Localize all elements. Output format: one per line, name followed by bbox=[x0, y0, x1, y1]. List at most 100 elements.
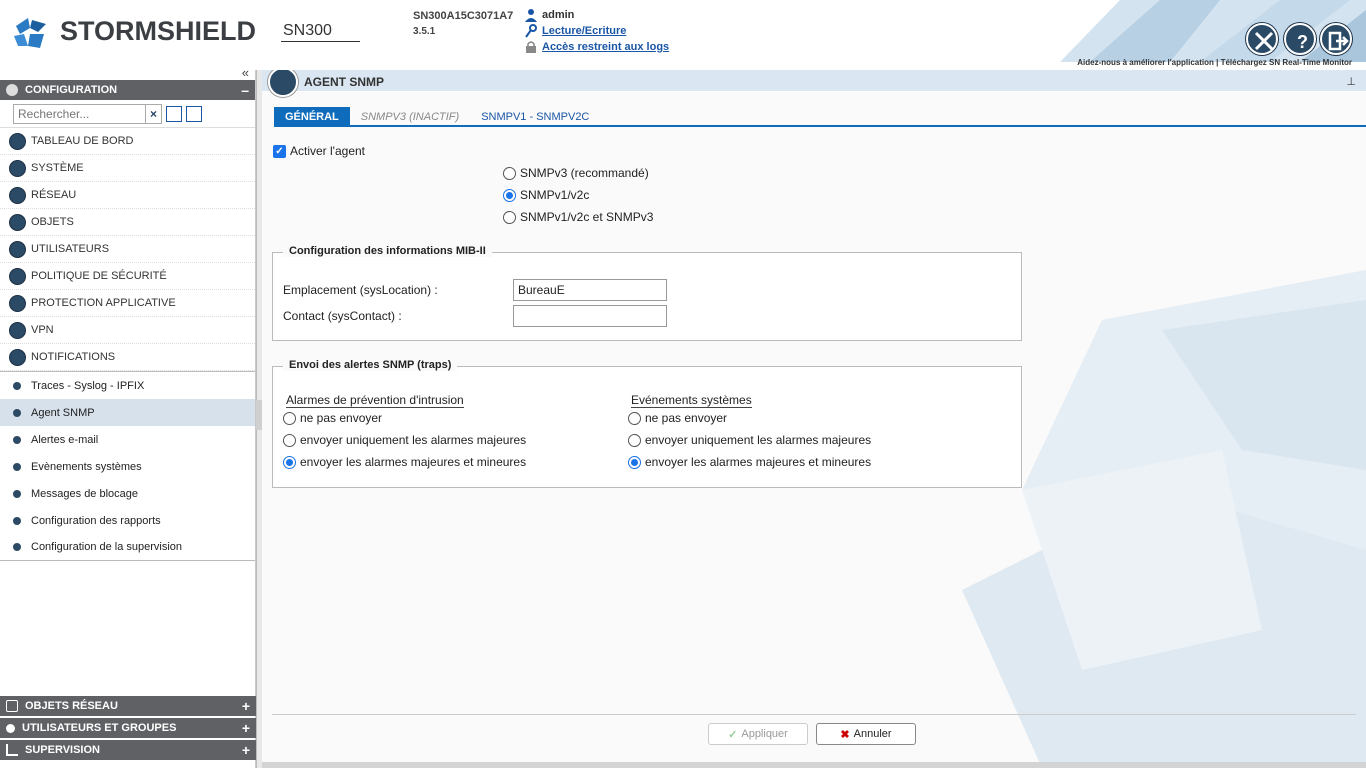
system-icon bbox=[9, 159, 26, 177]
radio-sys-major-minor[interactable] bbox=[628, 455, 641, 469]
menu-item-label: NOTIFICATIONS bbox=[31, 351, 116, 363]
users-groups-section-header[interactable]: UTILISATEURS ET GROUPES + bbox=[0, 718, 256, 738]
version-option-both[interactable]: SNMPv1/v2c et SNMPv3 bbox=[503, 210, 653, 224]
radio-snmpv3[interactable] bbox=[503, 166, 516, 180]
model-name: SN300 bbox=[283, 22, 332, 39]
trap-option-label: envoyer les alarmes majeures et mineures bbox=[645, 455, 872, 469]
logout-button[interactable] bbox=[1320, 23, 1352, 55]
menu-item-label: POLITIQUE DE SÉCURITÉ bbox=[31, 270, 167, 282]
version-option-snmpv1-v2c[interactable]: SNMPv1/v2c bbox=[503, 188, 589, 202]
menu-item-label: PROTECTION APPLICATIVE bbox=[31, 297, 176, 309]
supervision-section-header[interactable]: SUPERVISION + bbox=[0, 740, 256, 760]
menu-item-users[interactable]: UTILISATEURS bbox=[0, 236, 255, 263]
ips-option-major[interactable]: envoyer uniquement les alarmes majeures bbox=[283, 433, 526, 447]
user-icon bbox=[6, 723, 15, 733]
version-option-snmpv3[interactable]: SNMPv3 (recommandé) bbox=[503, 166, 649, 180]
submenu-item-email-alerts[interactable]: Alertes e-mail bbox=[0, 426, 255, 453]
submenu-item-block-messages[interactable]: Messages de blocage bbox=[0, 480, 255, 507]
tree-view-icon[interactable] bbox=[186, 105, 202, 122]
menu-item-dashboard[interactable]: TABLEAU DE BORD bbox=[0, 128, 255, 155]
menu-item-label: TABLEAU DE BORD bbox=[31, 135, 134, 147]
key-icon bbox=[525, 24, 537, 38]
sys-option-major-minor[interactable]: envoyer les alarmes majeures et mineures bbox=[628, 455, 871, 469]
network-objects-section-header[interactable]: OBJETS RÉSEAU + bbox=[0, 696, 256, 716]
app-window: STORMSHIELD SN300 SN300A15C3071A7 3.5.1 … bbox=[0, 0, 1366, 768]
username: admin bbox=[542, 9, 575, 21]
objects-icon bbox=[9, 213, 26, 231]
help-button[interactable]: ? bbox=[1284, 23, 1316, 55]
enable-agent-label: Activer l'agent bbox=[290, 144, 365, 158]
apply-button[interactable]: ✓ Appliquer bbox=[708, 723, 808, 745]
submenu-item-system-events[interactable]: Evènements systèmes bbox=[0, 453, 255, 480]
bullet-icon bbox=[13, 462, 21, 471]
top-bar: STORMSHIELD SN300 SN300A15C3071A7 3.5.1 … bbox=[0, 0, 1366, 70]
submenu-item-report-config[interactable]: Configuration des rapports bbox=[0, 507, 255, 534]
sys-option-none[interactable]: ne pas envoyer bbox=[628, 411, 727, 425]
collapse-sidebar-icon[interactable]: « bbox=[242, 65, 249, 80]
expand-section-icon[interactable]: + bbox=[242, 698, 250, 714]
location-input[interactable] bbox=[513, 279, 667, 301]
expand-section-icon[interactable]: + bbox=[242, 720, 250, 736]
menu-item-label: UTILISATEURS bbox=[31, 243, 110, 255]
traps-fieldset: Envoi des alertes SNMP (traps) Alarmes d… bbox=[272, 359, 1022, 488]
contact-input[interactable] bbox=[513, 305, 667, 327]
search-input[interactable] bbox=[13, 103, 146, 124]
trap-option-label: envoyer uniquement les alarmes majeures bbox=[300, 433, 527, 447]
chart-icon bbox=[6, 744, 18, 756]
menu-item-objects[interactable]: OBJETS bbox=[0, 209, 255, 236]
network-icon bbox=[9, 186, 26, 204]
access-mode-link[interactable]: Lecture/Ecriture bbox=[542, 25, 626, 37]
restricted-logs-link[interactable]: Accès restreint aux logs bbox=[542, 41, 669, 53]
menu-item-application-protection[interactable]: PROTECTION APPLICATIVE bbox=[0, 290, 255, 317]
menu-item-label: OBJETS bbox=[31, 216, 74, 228]
collapse-section-icon[interactable]: – bbox=[241, 82, 249, 98]
ips-option-none[interactable]: ne pas envoyer bbox=[283, 411, 382, 425]
radio-sys-major[interactable] bbox=[628, 433, 641, 447]
pin-icon[interactable]: ⊥ bbox=[1346, 75, 1356, 88]
section-label: SUPERVISION bbox=[25, 744, 100, 756]
menu-item-network[interactable]: RÉSEAU bbox=[0, 182, 255, 209]
submenu-item-label: Alertes e-mail bbox=[31, 433, 99, 446]
radio-ips-major[interactable] bbox=[283, 433, 296, 447]
bullet-icon bbox=[13, 435, 21, 444]
trap-option-label: ne pas envoyer bbox=[300, 411, 383, 425]
expand-all-icon[interactable] bbox=[166, 105, 182, 122]
submenu-item-label: Agent SNMP bbox=[31, 406, 95, 419]
restricted-logs-row: Accès restreint aux logs bbox=[524, 40, 669, 54]
configuration-section-header[interactable]: CONFIGURATION – bbox=[0, 80, 255, 100]
logout-icon bbox=[1328, 31, 1349, 51]
contact-label: Contact (sysContact) : bbox=[283, 309, 402, 323]
trap-option-label: ne pas envoyer bbox=[645, 411, 728, 425]
enable-agent-checkbox[interactable]: ✓ bbox=[273, 144, 286, 158]
radio-ips-none[interactable] bbox=[283, 411, 296, 425]
tab-snmpv1-v2c[interactable]: SNMPV1 - SNMPV2C bbox=[470, 107, 600, 127]
submenu-item-traces[interactable]: Traces - Syslog - IPFIX bbox=[0, 372, 255, 399]
radio-sys-none[interactable] bbox=[628, 411, 641, 425]
location-label: Emplacement (sysLocation) : bbox=[283, 283, 438, 297]
ips-option-major-minor[interactable]: envoyer les alarmes majeures et mineures bbox=[283, 455, 526, 469]
cancel-button[interactable]: ✖ Annuler bbox=[816, 723, 916, 745]
menu-item-system[interactable]: SYSTÈME bbox=[0, 155, 255, 182]
tools-button[interactable] bbox=[1246, 23, 1278, 55]
security-policy-icon bbox=[9, 267, 26, 285]
radio-both-versions[interactable] bbox=[503, 210, 516, 224]
shield-icon bbox=[9, 294, 26, 312]
submenu-item-label: Messages de blocage bbox=[31, 487, 139, 500]
sys-option-major[interactable]: envoyer uniquement les alarmes majeures bbox=[628, 433, 871, 447]
svg-text:?: ? bbox=[1297, 32, 1308, 52]
help-icon: ? bbox=[1297, 32, 1308, 52]
notifications-icon bbox=[9, 348, 26, 366]
menu-item-notifications[interactable]: NOTIFICATIONS bbox=[0, 344, 255, 371]
radio-ips-major-minor[interactable] bbox=[283, 455, 296, 469]
radio-snmpv1-v2c[interactable] bbox=[503, 188, 516, 202]
menu-item-security-policy[interactable]: POLITIQUE DE SÉCURITÉ bbox=[0, 263, 255, 290]
tab-general[interactable]: GÉNÉRAL bbox=[274, 107, 350, 127]
menu-item-vpn[interactable]: VPN bbox=[0, 317, 255, 344]
tab-snmpv3[interactable]: SNMPV3 (INACTIF) bbox=[350, 107, 470, 127]
submenu-item-supervision-config[interactable]: Configuration de la supervision bbox=[0, 534, 255, 561]
help-links[interactable]: Aidez-nous à améliorer l'application | T… bbox=[1077, 58, 1352, 67]
expand-section-icon[interactable]: + bbox=[242, 742, 250, 758]
clear-search-icon[interactable]: × bbox=[146, 103, 162, 124]
submenu-item-agent-snmp[interactable]: Agent SNMP bbox=[0, 399, 255, 426]
brand-name: STORMSHIELD bbox=[60, 16, 257, 46]
